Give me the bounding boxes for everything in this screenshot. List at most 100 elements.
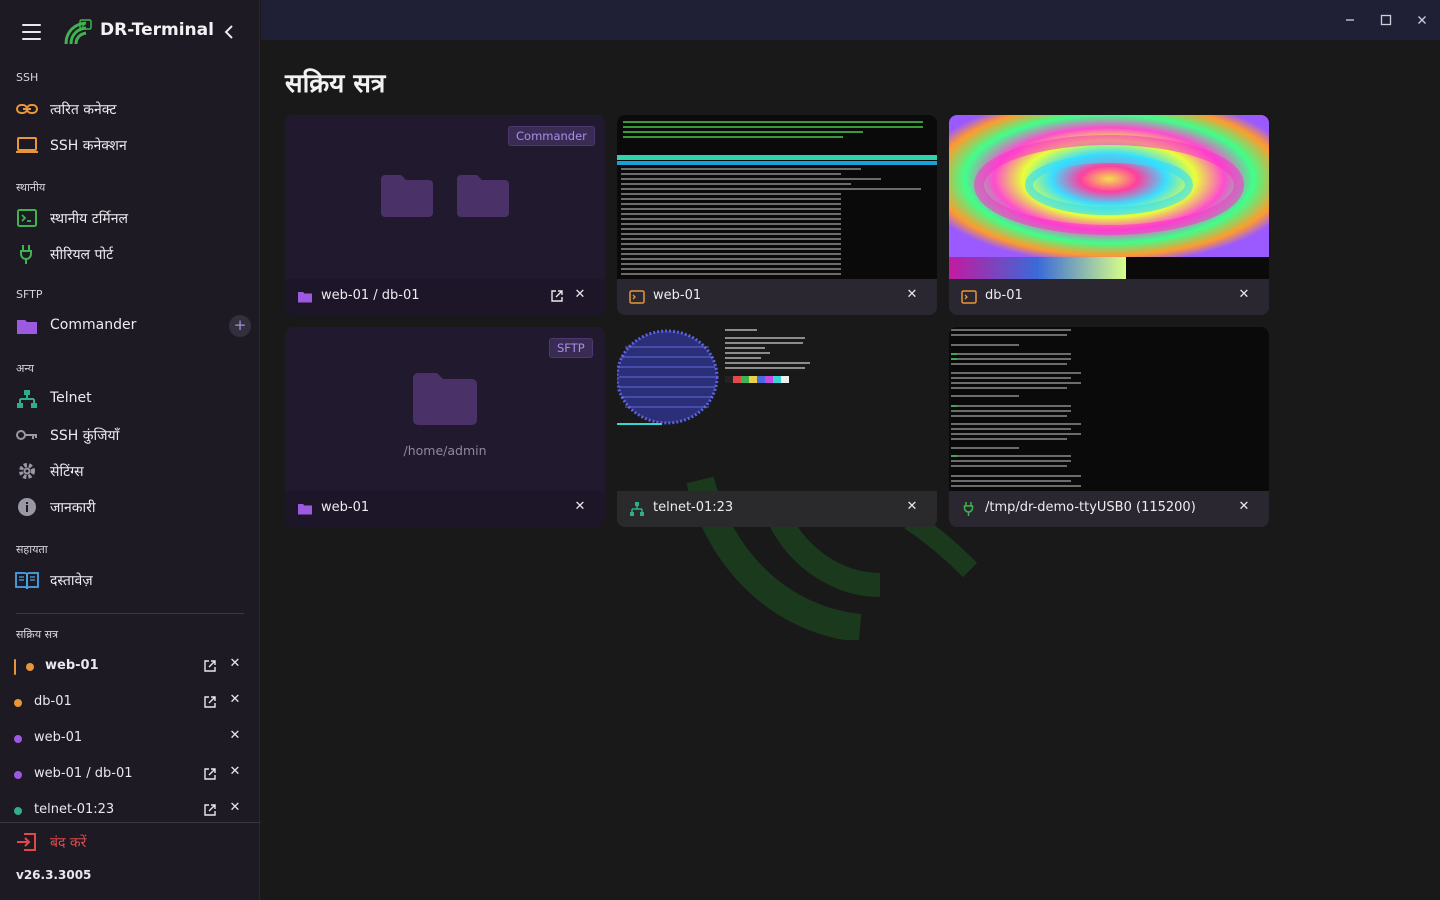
status-dot xyxy=(14,699,22,707)
close-session-icon[interactable]: ✕ xyxy=(228,801,242,815)
session-card-footer: /tmp/dr-demo-ttyUSB0 (115200) ✕ xyxy=(949,491,1269,527)
session-item[interactable]: db-01 ✕ xyxy=(0,688,260,718)
session-card-footer: telnet-01:23 ✕ xyxy=(617,491,937,527)
sidebar-item-label: दस्तावेज़ xyxy=(50,573,93,589)
sidebar-header: DR-Terminal xyxy=(0,0,260,64)
minimize-icon[interactable] xyxy=(1342,12,1358,28)
close-session-icon[interactable]: ✕ xyxy=(1237,500,1251,514)
sidebar-item-local-terminal[interactable]: स्थानीय टर्मिनल xyxy=(0,201,260,235)
sidebar-item-info[interactable]: जानकारी xyxy=(0,490,260,524)
session-card-title: db-01 xyxy=(985,288,1023,303)
sidebar-item-docs[interactable]: दस्तावेज़ xyxy=(0,563,260,597)
network-icon xyxy=(630,502,644,516)
sidebar-divider xyxy=(0,822,260,823)
close-session-icon[interactable]: ✕ xyxy=(905,500,919,514)
session-card-title: /tmp/dr-demo-ttyUSB0 (115200) xyxy=(985,500,1196,515)
session-card[interactable]: /tmp/dr-demo-ttyUSB0 (115200) ✕ xyxy=(949,327,1269,527)
session-name: web-01 xyxy=(45,658,99,673)
terminal-icon xyxy=(629,290,645,304)
folder-icon xyxy=(17,320,37,334)
sidebar-item-label: त्वरित कनेक्ट xyxy=(50,102,117,118)
session-card[interactable]: db-01 ✕ xyxy=(949,115,1269,315)
sidebar-item-label: Telnet xyxy=(50,390,92,406)
close-window-icon[interactable] xyxy=(1414,12,1430,28)
session-card[interactable]: SFTP /home/admin web-01 ✕ xyxy=(285,327,605,527)
session-name: telnet-01:23 xyxy=(34,802,115,817)
session-card-footer: db-01 ✕ xyxy=(949,279,1269,315)
version-label: v26.3.3005 xyxy=(16,868,92,882)
terminal-preview xyxy=(949,115,1269,279)
session-preview: SFTP /home/admin xyxy=(285,327,605,491)
sidebar-item-commander[interactable]: Commander + xyxy=(0,309,260,343)
status-dot xyxy=(14,771,22,779)
open-in-new-window-icon[interactable] xyxy=(203,767,217,781)
session-name: web-01 xyxy=(34,730,83,745)
session-preview: Commander xyxy=(285,115,605,279)
session-card[interactable]: web-01 ✕ xyxy=(617,115,937,315)
key-icon xyxy=(16,430,37,440)
sidebar-item-settings[interactable]: सेटिंग्स xyxy=(0,454,260,488)
add-commander-button[interactable]: + xyxy=(229,315,251,337)
close-session-icon[interactable]: ✕ xyxy=(905,288,919,302)
session-type-badge: SFTP xyxy=(549,338,593,358)
session-card-title: web-01 xyxy=(653,288,702,303)
section-help: सहायता xyxy=(16,543,48,556)
section-ssh: SSH xyxy=(16,71,39,84)
sidebar-item-quick-connect[interactable]: त्वरित कनेक्ट xyxy=(0,92,260,126)
maximize-icon[interactable] xyxy=(1378,12,1394,28)
session-name: web-01 / db-01 xyxy=(34,766,133,781)
section-other: अन्य xyxy=(16,362,35,375)
session-card-title: web-01 / db-01 xyxy=(321,288,420,303)
session-item[interactable]: web-01 ✕ xyxy=(0,724,260,754)
chevron-left-icon[interactable] xyxy=(220,22,238,42)
serial-plug-icon xyxy=(20,245,32,264)
menu-icon[interactable] xyxy=(22,24,42,40)
session-card-footer: web-01 ✕ xyxy=(617,279,937,315)
session-card[interactable]: Commander web-01 / db-01 ✕ xyxy=(285,115,605,315)
section-active-sessions: सक्रिय सत्र xyxy=(16,628,59,641)
session-type-badge: Commander xyxy=(508,126,595,146)
session-card-title: telnet-01:23 xyxy=(653,500,734,515)
sidebar-item-ssh-connections[interactable]: SSH कनेक्शन xyxy=(0,128,260,162)
folder-icon xyxy=(457,175,509,217)
sidebar-item-label: Commander xyxy=(50,317,137,333)
sidebar: DR-Terminal SSH त्वरित कनेक्ट SSH कनेक्श… xyxy=(0,0,260,900)
app-title: DR-Terminal xyxy=(100,20,214,40)
book-icon xyxy=(15,572,39,590)
close-session-icon[interactable]: ✕ xyxy=(228,729,242,743)
close-session-icon[interactable]: ✕ xyxy=(228,657,242,671)
section-sftp: SFTP xyxy=(16,288,43,301)
page-title: सक्रिय सत्र xyxy=(285,69,386,99)
folder-icon xyxy=(381,175,433,217)
sidebar-item-ssh-keys[interactable]: SSH कुंजियाँ xyxy=(0,418,260,452)
open-in-new-window-icon[interactable] xyxy=(203,803,217,817)
session-item[interactable]: web-01 ✕ xyxy=(0,652,260,682)
folder-icon xyxy=(298,292,312,303)
sidebar-item-label: सेटिंग्स xyxy=(50,464,84,480)
exit-button[interactable]: बंद करें xyxy=(0,828,260,858)
open-in-new-window-icon[interactable] xyxy=(203,659,217,673)
session-item[interactable]: web-01 / db-01 ✕ xyxy=(0,760,260,790)
close-session-icon[interactable]: ✕ xyxy=(1237,288,1251,302)
session-card[interactable]: telnet-01:23 ✕ xyxy=(617,327,937,527)
network-icon xyxy=(17,390,37,408)
open-in-new-window-icon[interactable] xyxy=(550,289,564,303)
session-card-footer: web-01 ✕ xyxy=(285,491,605,527)
session-name: db-01 xyxy=(34,694,72,709)
close-session-icon[interactable]: ✕ xyxy=(228,693,242,707)
logout-icon xyxy=(17,833,36,851)
sidebar-item-telnet[interactable]: Telnet xyxy=(0,382,260,416)
close-session-icon[interactable]: ✕ xyxy=(228,765,242,779)
close-session-icon[interactable]: ✕ xyxy=(573,500,587,514)
sidebar-item-serial-port[interactable]: सीरियल पोर्ट xyxy=(0,237,260,271)
sidebar-item-label: स्थानीय टर्मिनल xyxy=(50,211,129,227)
open-in-new-window-icon[interactable] xyxy=(203,695,217,709)
sidebar-item-label: SSH कनेक्शन xyxy=(50,138,127,154)
laptop-icon xyxy=(16,137,38,153)
terminal-preview xyxy=(617,115,937,279)
close-session-icon[interactable]: ✕ xyxy=(573,288,587,302)
section-local: स्थानीय xyxy=(16,181,46,194)
session-card-footer: web-01 / db-01 ✕ xyxy=(285,279,605,315)
session-card-title: web-01 xyxy=(321,500,370,515)
terminal-preview xyxy=(949,327,1269,491)
